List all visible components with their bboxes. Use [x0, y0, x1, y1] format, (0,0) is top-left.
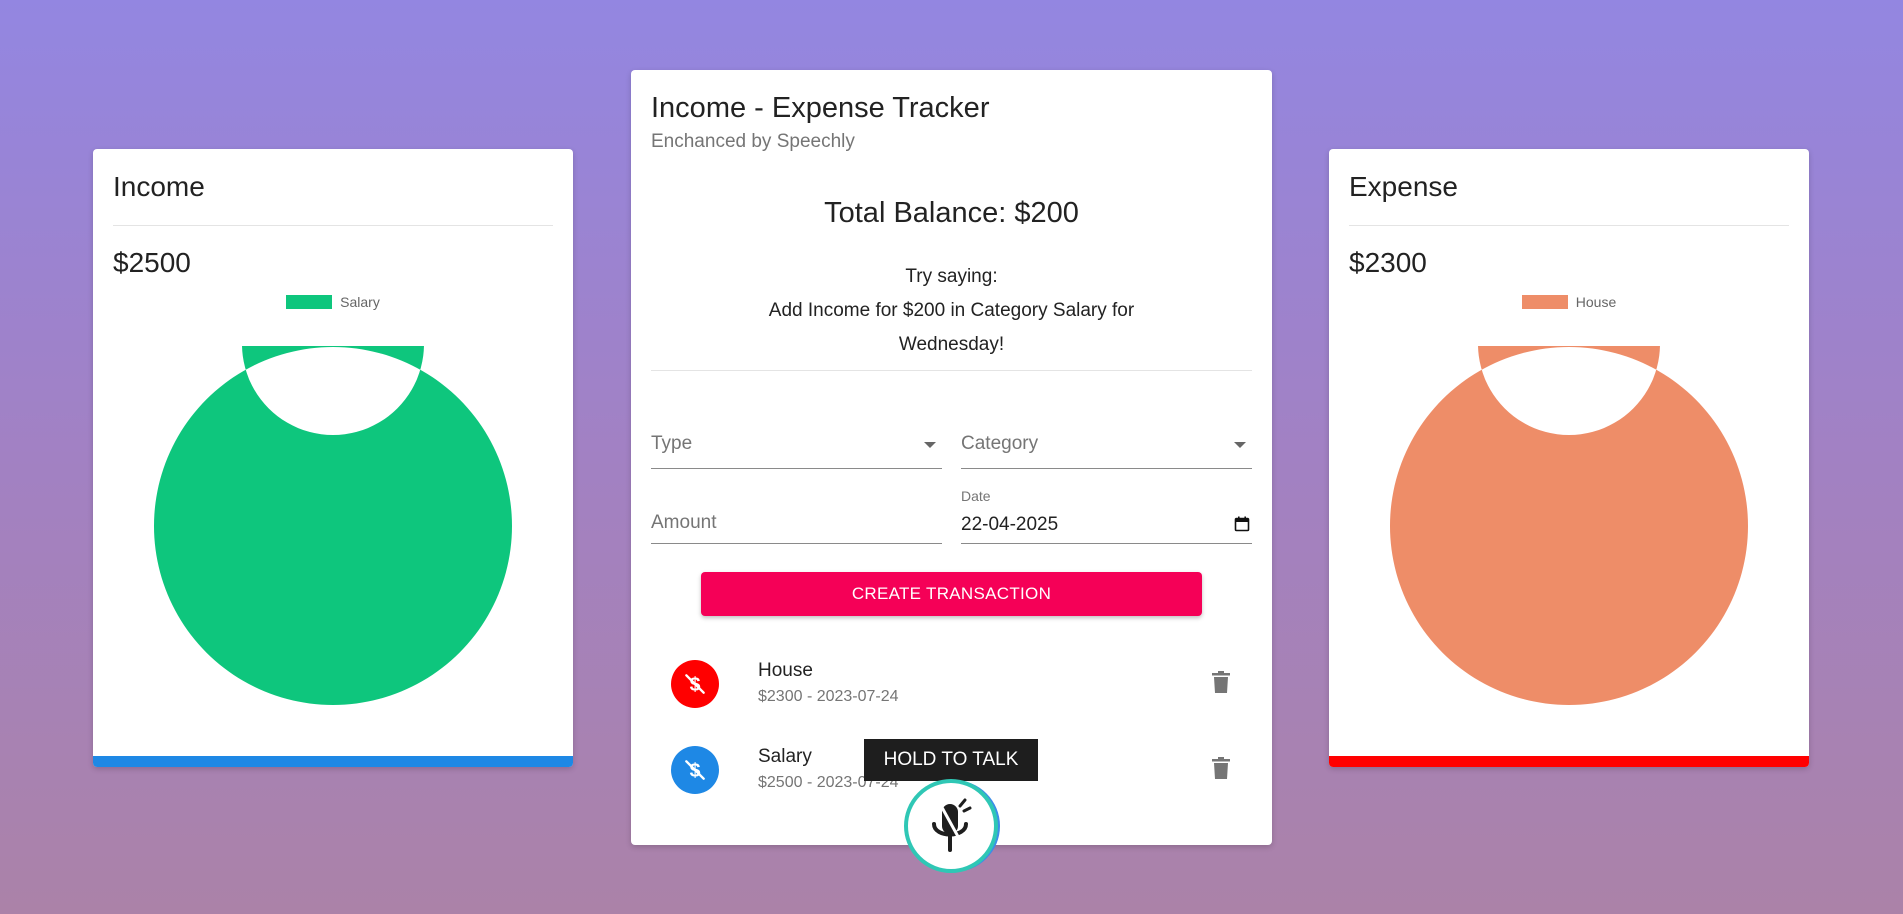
- income-legend[interactable]: Salary: [93, 294, 573, 310]
- trash-icon: [1212, 671, 1230, 693]
- total-balance: Total Balance: $200: [824, 197, 1079, 229]
- expense-legend[interactable]: House: [1329, 294, 1809, 310]
- trash-icon: [1212, 757, 1230, 779]
- app-title: Income - Expense Tracker: [651, 92, 990, 124]
- hint-line-2: Add Income for $200 in Category Salary f…: [768, 300, 1135, 321]
- delete-transaction-button[interactable]: [1209, 754, 1233, 782]
- transaction-avatar: $: [671, 746, 719, 794]
- main-divider: [651, 370, 1252, 371]
- income-card: Income $2500 Salary: [93, 149, 573, 767]
- type-select-label: Type: [651, 433, 693, 454]
- income-legend-swatch: [286, 295, 333, 309]
- expense-accent-bar: [1329, 756, 1809, 767]
- date-input-value: 22-04-2025: [961, 514, 1059, 535]
- date-input-label: Date: [961, 488, 991, 504]
- amount-input-placeholder: Amount: [651, 512, 717, 533]
- create-transaction-button[interactable]: CREATE TRANSACTION: [701, 572, 1202, 616]
- push-to-talk-button[interactable]: [904, 779, 998, 873]
- transaction-list-item[interactable]: $ House $2300 - 2023-07-24: [651, 646, 1251, 716]
- transaction-meta: $2300 - 2023-07-24: [758, 688, 899, 705]
- voice-hint: Try saying: Add Income for $200 in Categ…: [631, 260, 1272, 362]
- hold-to-talk-tooltip: HOLD TO TALK: [864, 739, 1038, 781]
- expense-legend-label: House: [1575, 294, 1617, 310]
- date-input[interactable]: Date 22-04-2025: [961, 488, 1252, 544]
- transaction-name: House: [758, 660, 813, 681]
- hint-line-3: Wednesday!: [898, 334, 1005, 355]
- transaction-name: Salary: [758, 746, 812, 767]
- income-legend-label: Salary: [340, 294, 380, 310]
- expense-legend-swatch: [1521, 295, 1568, 309]
- income-title: Income: [113, 171, 205, 202]
- calendar-icon[interactable]: [1234, 516, 1250, 532]
- income-divider: [113, 225, 553, 226]
- transaction-avatar: $: [671, 660, 719, 708]
- chevron-down-icon: [1234, 442, 1246, 448]
- expense-donut-chart: [1390, 346, 1748, 705]
- main-card: Income - Expense Tracker Enchanced by Sp…: [631, 70, 1272, 845]
- category-select[interactable]: Category: [961, 423, 1252, 469]
- income-amount: $2500: [113, 247, 191, 278]
- money-off-icon: $: [685, 674, 705, 696]
- microphone-icon: [932, 798, 972, 852]
- income-accent-bar: [93, 756, 573, 767]
- income-donut-chart: [154, 346, 512, 705]
- money-off-icon: $: [685, 760, 705, 782]
- delete-transaction-button[interactable]: [1209, 668, 1233, 696]
- category-select-label: Category: [961, 433, 1039, 454]
- expense-card: Expense $2300 House: [1329, 149, 1809, 767]
- chevron-down-icon: [924, 442, 936, 448]
- expense-divider: [1349, 225, 1789, 226]
- amount-input[interactable]: Amount: [651, 495, 942, 544]
- expense-title: Expense: [1349, 171, 1458, 202]
- hint-line-1: Try saying:: [905, 266, 998, 287]
- expense-amount: $2300: [1349, 247, 1427, 278]
- app-subtitle: Enchanced by Speechly: [651, 131, 855, 152]
- type-select[interactable]: Type: [651, 423, 942, 469]
